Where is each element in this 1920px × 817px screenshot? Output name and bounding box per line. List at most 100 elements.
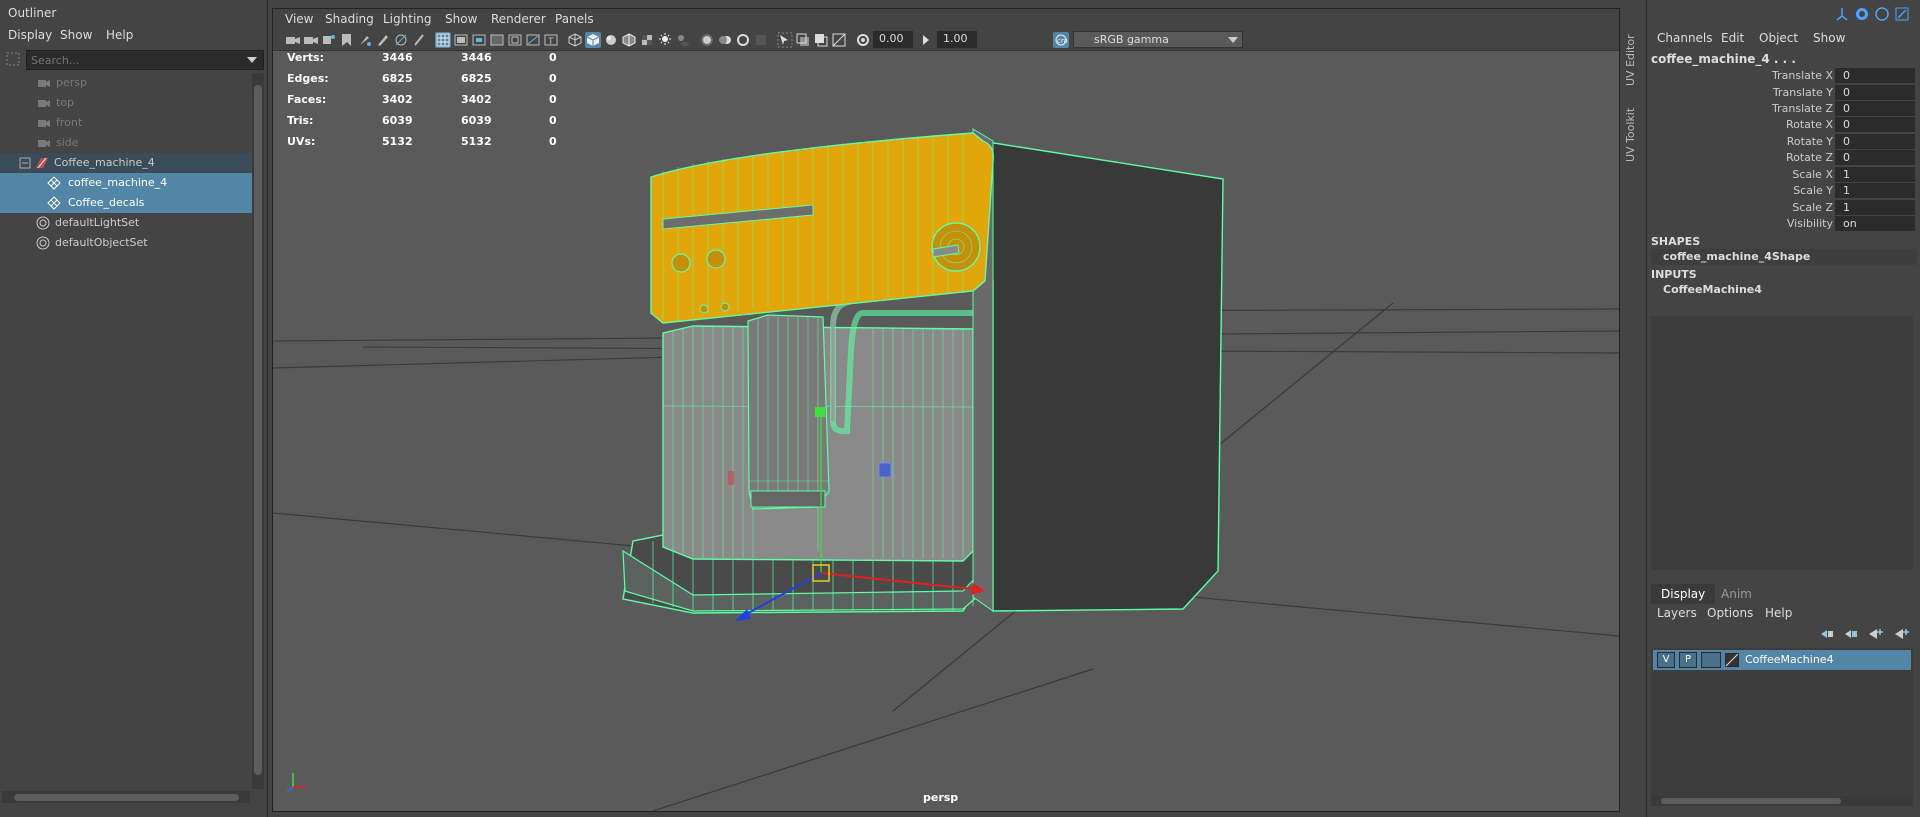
- default-material-icon[interactable]: [603, 32, 619, 48]
- grease-pencil-icon[interactable]: [375, 32, 391, 48]
- snapshot-icon[interactable]: [393, 32, 409, 48]
- shape-node[interactable]: coffee_machine_4Shape: [1651, 249, 1917, 265]
- layers-menu-options[interactable]: Options: [1707, 606, 1753, 620]
- outliner-item-top[interactable]: top: [0, 93, 252, 113]
- multisample-aa-icon[interactable]: [735, 32, 751, 48]
- bookmark-icon[interactable]: [321, 32, 337, 48]
- outliner-item-persp[interactable]: persp: [0, 73, 252, 93]
- viewport-scene[interactable]: [273, 51, 1619, 811]
- backface-culling-icon[interactable]: [831, 32, 847, 48]
- isolate-select-icon[interactable]: [777, 32, 793, 48]
- attr-value[interactable]: 0: [1835, 117, 1915, 132]
- channels-menu-channels[interactable]: Channels: [1657, 31, 1713, 45]
- grid-toggle-icon[interactable]: [435, 32, 451, 48]
- gamma-field[interactable]: 1.00: [937, 31, 977, 48]
- resolution-gate-icon[interactable]: [471, 32, 487, 48]
- attr-translate-z[interactable]: Translate Z 0: [1647, 101, 1920, 117]
- outliner-item-coffee-machine-mesh[interactable]: coffee_machine_4: [0, 173, 252, 193]
- field-chart-icon[interactable]: [507, 32, 523, 48]
- input-node[interactable]: CoffeeMachine4: [1651, 282, 1917, 298]
- search-dropdown-icon[interactable]: [247, 57, 257, 63]
- gamma-icon[interactable]: [919, 32, 935, 48]
- new-layer-from-selected-icon[interactable]: [1893, 626, 1911, 642]
- outliner-search[interactable]: [26, 50, 264, 70]
- channels-menu-object[interactable]: Object: [1759, 31, 1798, 45]
- channels-menu-edit[interactable]: Edit: [1721, 31, 1744, 45]
- move-layer-down-icon[interactable]: [1841, 626, 1859, 642]
- camera-attributes-icon[interactable]: [303, 32, 319, 48]
- tool-settings-icon[interactable]: [1874, 6, 1890, 22]
- smooth-shade-icon[interactable]: [585, 32, 601, 48]
- motion-blur-icon[interactable]: [717, 32, 733, 48]
- safe-action-icon[interactable]: [525, 32, 541, 48]
- depth-of-field-icon[interactable]: [753, 32, 769, 48]
- outliner-item-coffee-machine-group[interactable]: Coffee_machine_4: [0, 153, 252, 173]
- outliner-item-side[interactable]: side: [0, 133, 252, 153]
- attr-value[interactable]: 0: [1835, 101, 1915, 116]
- attr-value[interactable]: 1: [1835, 167, 1915, 182]
- attr-value[interactable]: 0: [1835, 85, 1915, 100]
- layer-display-type-toggle[interactable]: [1701, 652, 1721, 668]
- layer-row[interactable]: V P CoffeeMachine4: [1653, 650, 1911, 670]
- outliner-vertical-scrollbar[interactable]: [252, 73, 264, 789]
- selected-object-name[interactable]: coffee_machine_4 . . .: [1651, 52, 1796, 66]
- attr-value[interactable]: 1: [1835, 200, 1915, 215]
- attr-value[interactable]: 0: [1835, 68, 1915, 83]
- exposure-icon[interactable]: [855, 32, 871, 48]
- viewport-menu-view[interactable]: View: [285, 12, 313, 26]
- viewport-menu-panels[interactable]: Panels: [555, 12, 594, 26]
- attr-scale-z[interactable]: Scale Z 1: [1647, 200, 1920, 216]
- screen-space-ao-icon[interactable]: [699, 32, 715, 48]
- layer-color-icon[interactable]: [1725, 653, 1739, 667]
- viewport-menu-show[interactable]: Show: [445, 12, 477, 26]
- layers-menu-help[interactable]: Help: [1765, 606, 1792, 620]
- select-filter-icon[interactable]: [4, 50, 22, 68]
- view-transform-select[interactable]: sRGB gamma: [1073, 31, 1243, 48]
- outliner-menu-show[interactable]: Show: [60, 28, 92, 42]
- attr-value[interactable]: 0: [1835, 150, 1915, 165]
- outliner-search-input[interactable]: [31, 52, 241, 68]
- viewport-menu-renderer[interactable]: Renderer: [491, 12, 546, 26]
- layer-playback-toggle[interactable]: P: [1679, 652, 1697, 668]
- safe-title-icon[interactable]: T: [543, 32, 559, 48]
- viewport-menu-shading[interactable]: Shading: [325, 12, 374, 26]
- attr-value[interactable]: 0: [1835, 134, 1915, 149]
- wireframe-icon[interactable]: [567, 32, 583, 48]
- attr-value[interactable]: on: [1835, 216, 1915, 231]
- xray-joints-icon[interactable]: [813, 32, 829, 48]
- attr-visibility[interactable]: Visibility on: [1647, 216, 1920, 232]
- exposure-field[interactable]: 0.00: [873, 31, 913, 48]
- xray-icon[interactable]: [795, 32, 811, 48]
- channels-menu-show[interactable]: Show: [1813, 31, 1845, 45]
- wireframe-on-shaded-icon[interactable]: [621, 32, 637, 48]
- move-layer-up-icon[interactable]: [1817, 626, 1835, 642]
- attr-translate-y[interactable]: Translate Y 0: [1647, 85, 1920, 101]
- layers-menu-layers[interactable]: Layers: [1657, 606, 1697, 620]
- gate-mask-icon[interactable]: [489, 32, 505, 48]
- tab-anim[interactable]: Anim: [1711, 584, 1762, 604]
- image-plane-icon[interactable]: [339, 32, 355, 48]
- outliner-menu-help[interactable]: Help: [106, 28, 133, 42]
- attr-rotate-z[interactable]: Rotate Z 0: [1647, 150, 1920, 166]
- outliner-horizontal-scrollbar[interactable]: [2, 791, 250, 803]
- color-management-icon[interactable]: cm: [1053, 32, 1069, 48]
- attribute-editor-icon[interactable]: [1854, 6, 1870, 22]
- attr-value[interactable]: 1: [1835, 183, 1915, 198]
- collapse-icon[interactable]: [18, 156, 32, 170]
- shadows-icon[interactable]: [675, 32, 691, 48]
- textured-icon[interactable]: [639, 32, 655, 48]
- attr-rotate-x[interactable]: Rotate X 0: [1647, 117, 1920, 133]
- camera-select-icon[interactable]: [285, 32, 301, 48]
- layer-visibility-toggle[interactable]: V: [1657, 652, 1675, 668]
- coffee-machine-model[interactable]: [622, 128, 1224, 614]
- film-gate-icon[interactable]: [453, 32, 469, 48]
- viewport-menu-lighting[interactable]: Lighting: [383, 12, 432, 26]
- layer-horizontal-scrollbar[interactable]: [1651, 796, 1913, 806]
- axis-icon[interactable]: [1834, 6, 1850, 22]
- 2d-pan-zoom-icon[interactable]: [357, 32, 373, 48]
- use-all-lights-icon[interactable]: [657, 32, 673, 48]
- modeling-toolkit-icon[interactable]: [1894, 6, 1910, 22]
- tab-uv-editor[interactable]: UV Editor: [1624, 16, 1640, 86]
- brush-icon[interactable]: [411, 32, 427, 48]
- outliner-menu-display[interactable]: Display: [8, 28, 52, 42]
